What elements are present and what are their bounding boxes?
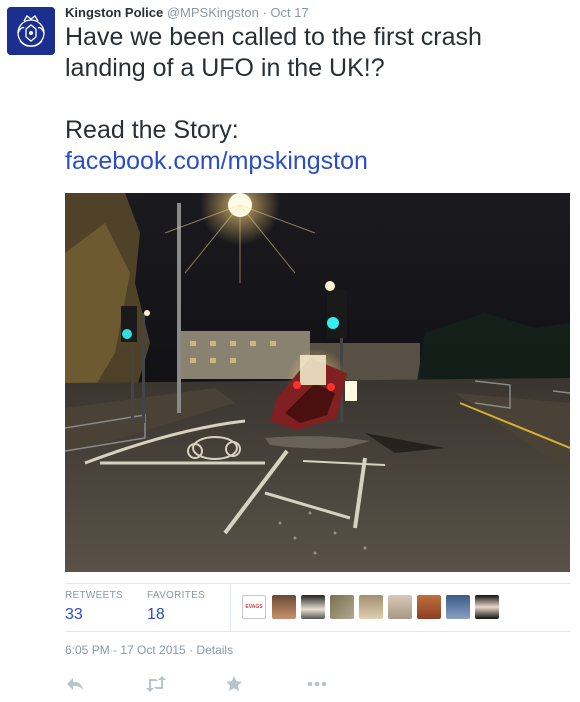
favorite-button[interactable] — [224, 674, 244, 694]
facebook-link[interactable]: facebook.com/mpskingston — [65, 147, 368, 175]
details-link[interactable]: Details — [196, 643, 233, 657]
engager-avatar[interactable] — [301, 595, 325, 619]
tweet-meta: 6:05 PM - 17 Oct 2015 · Details — [65, 643, 233, 657]
tweet-photo[interactable] — [65, 193, 570, 572]
author-name[interactable]: Kingston Police — [65, 5, 163, 20]
retweet-icon — [146, 676, 166, 692]
author-handle[interactable]: @MPSKingston — [167, 5, 259, 20]
crash-scene-image — [65, 193, 570, 572]
tweet-text-line: Have we been called to the first crash — [65, 23, 482, 51]
police-crest-icon — [7, 7, 55, 55]
more-icon — [307, 681, 327, 687]
engager-avatar[interactable] — [388, 595, 412, 619]
engager-avatar-text: EVAGS — [245, 604, 263, 610]
author-avatar[interactable] — [7, 7, 55, 55]
favorites-stat[interactable]: FAVORITES 18 — [147, 590, 205, 624]
engager-avatar[interactable] — [417, 595, 441, 619]
retweets-stat[interactable]: RETWEETS 33 — [65, 590, 123, 624]
tweet-text-line: landing of a UFO in the UK!? — [65, 54, 385, 82]
retweet-button[interactable] — [145, 674, 166, 694]
tweet-stats: RETWEETS 33 FAVORITES 18 EVAGS — [65, 583, 570, 632]
engager-avatar[interactable]: EVAGS — [242, 595, 266, 619]
tweet-timestamp[interactable]: 6:05 PM - 17 Oct 2015 — [65, 643, 186, 657]
tweet-text-line: Read the Story: — [65, 116, 239, 144]
tweet-text: Have we been called to the first crash l… — [65, 22, 565, 177]
engager-avatar[interactable] — [446, 595, 470, 619]
reply-icon — [67, 678, 83, 690]
favorite-icon — [226, 676, 242, 691]
engager-avatar[interactable] — [475, 595, 499, 619]
tweet-actions — [65, 674, 365, 694]
more-button[interactable] — [305, 674, 329, 694]
engager-avatar[interactable] — [272, 595, 296, 619]
retweets-count[interactable]: 33 — [65, 606, 123, 624]
tweet-date[interactable]: Oct 17 — [270, 5, 308, 20]
header-separator: · — [262, 5, 267, 20]
reply-button[interactable] — [65, 674, 85, 694]
engager-avatar[interactable] — [330, 595, 354, 619]
tweet-header: Kingston Police @MPSKingston · Oct 17 — [65, 4, 309, 22]
stats-divider — [230, 584, 231, 631]
favorites-count[interactable]: 18 — [147, 606, 205, 624]
engager-avatar[interactable] — [359, 595, 383, 619]
favorites-label: FAVORITES — [147, 590, 206, 601]
meta-separator: · — [189, 643, 194, 657]
retweets-label: RETWEETS — [65, 590, 123, 601]
